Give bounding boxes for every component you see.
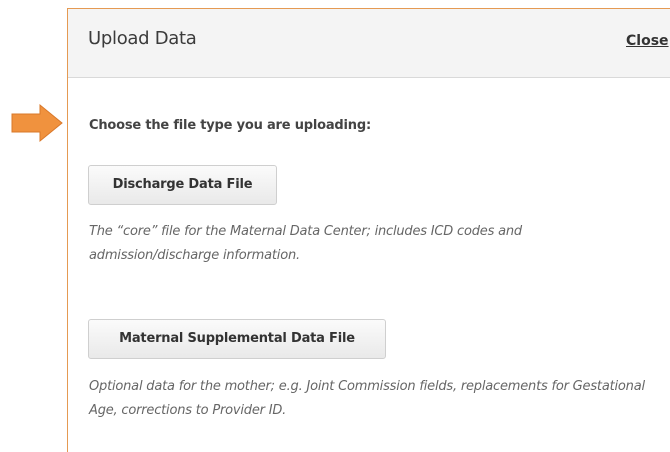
file-type-prompt: Choose the file type you are uploading: (89, 118, 371, 133)
discharge-data-file-description: The “core” file for the Maternal Data Ce… (89, 224, 522, 263)
dialog-title: Upload Data (88, 28, 197, 49)
close-link[interactable]: Close (626, 33, 669, 49)
screen: Upload Data Close Choose the file type y… (0, 0, 670, 452)
pointer-arrow-icon (11, 103, 63, 143)
discharge-data-file-button[interactable]: Discharge Data File (88, 165, 277, 205)
maternal-supplemental-data-file-button[interactable]: Maternal Supplemental Data File (88, 319, 386, 359)
maternal-supplemental-data-file-description: Optional data for the mother; e.g. Joint… (89, 379, 645, 418)
dialog-header: Upload Data Close (68, 9, 670, 78)
upload-data-dialog: Upload Data Close Choose the file type y… (67, 8, 670, 452)
